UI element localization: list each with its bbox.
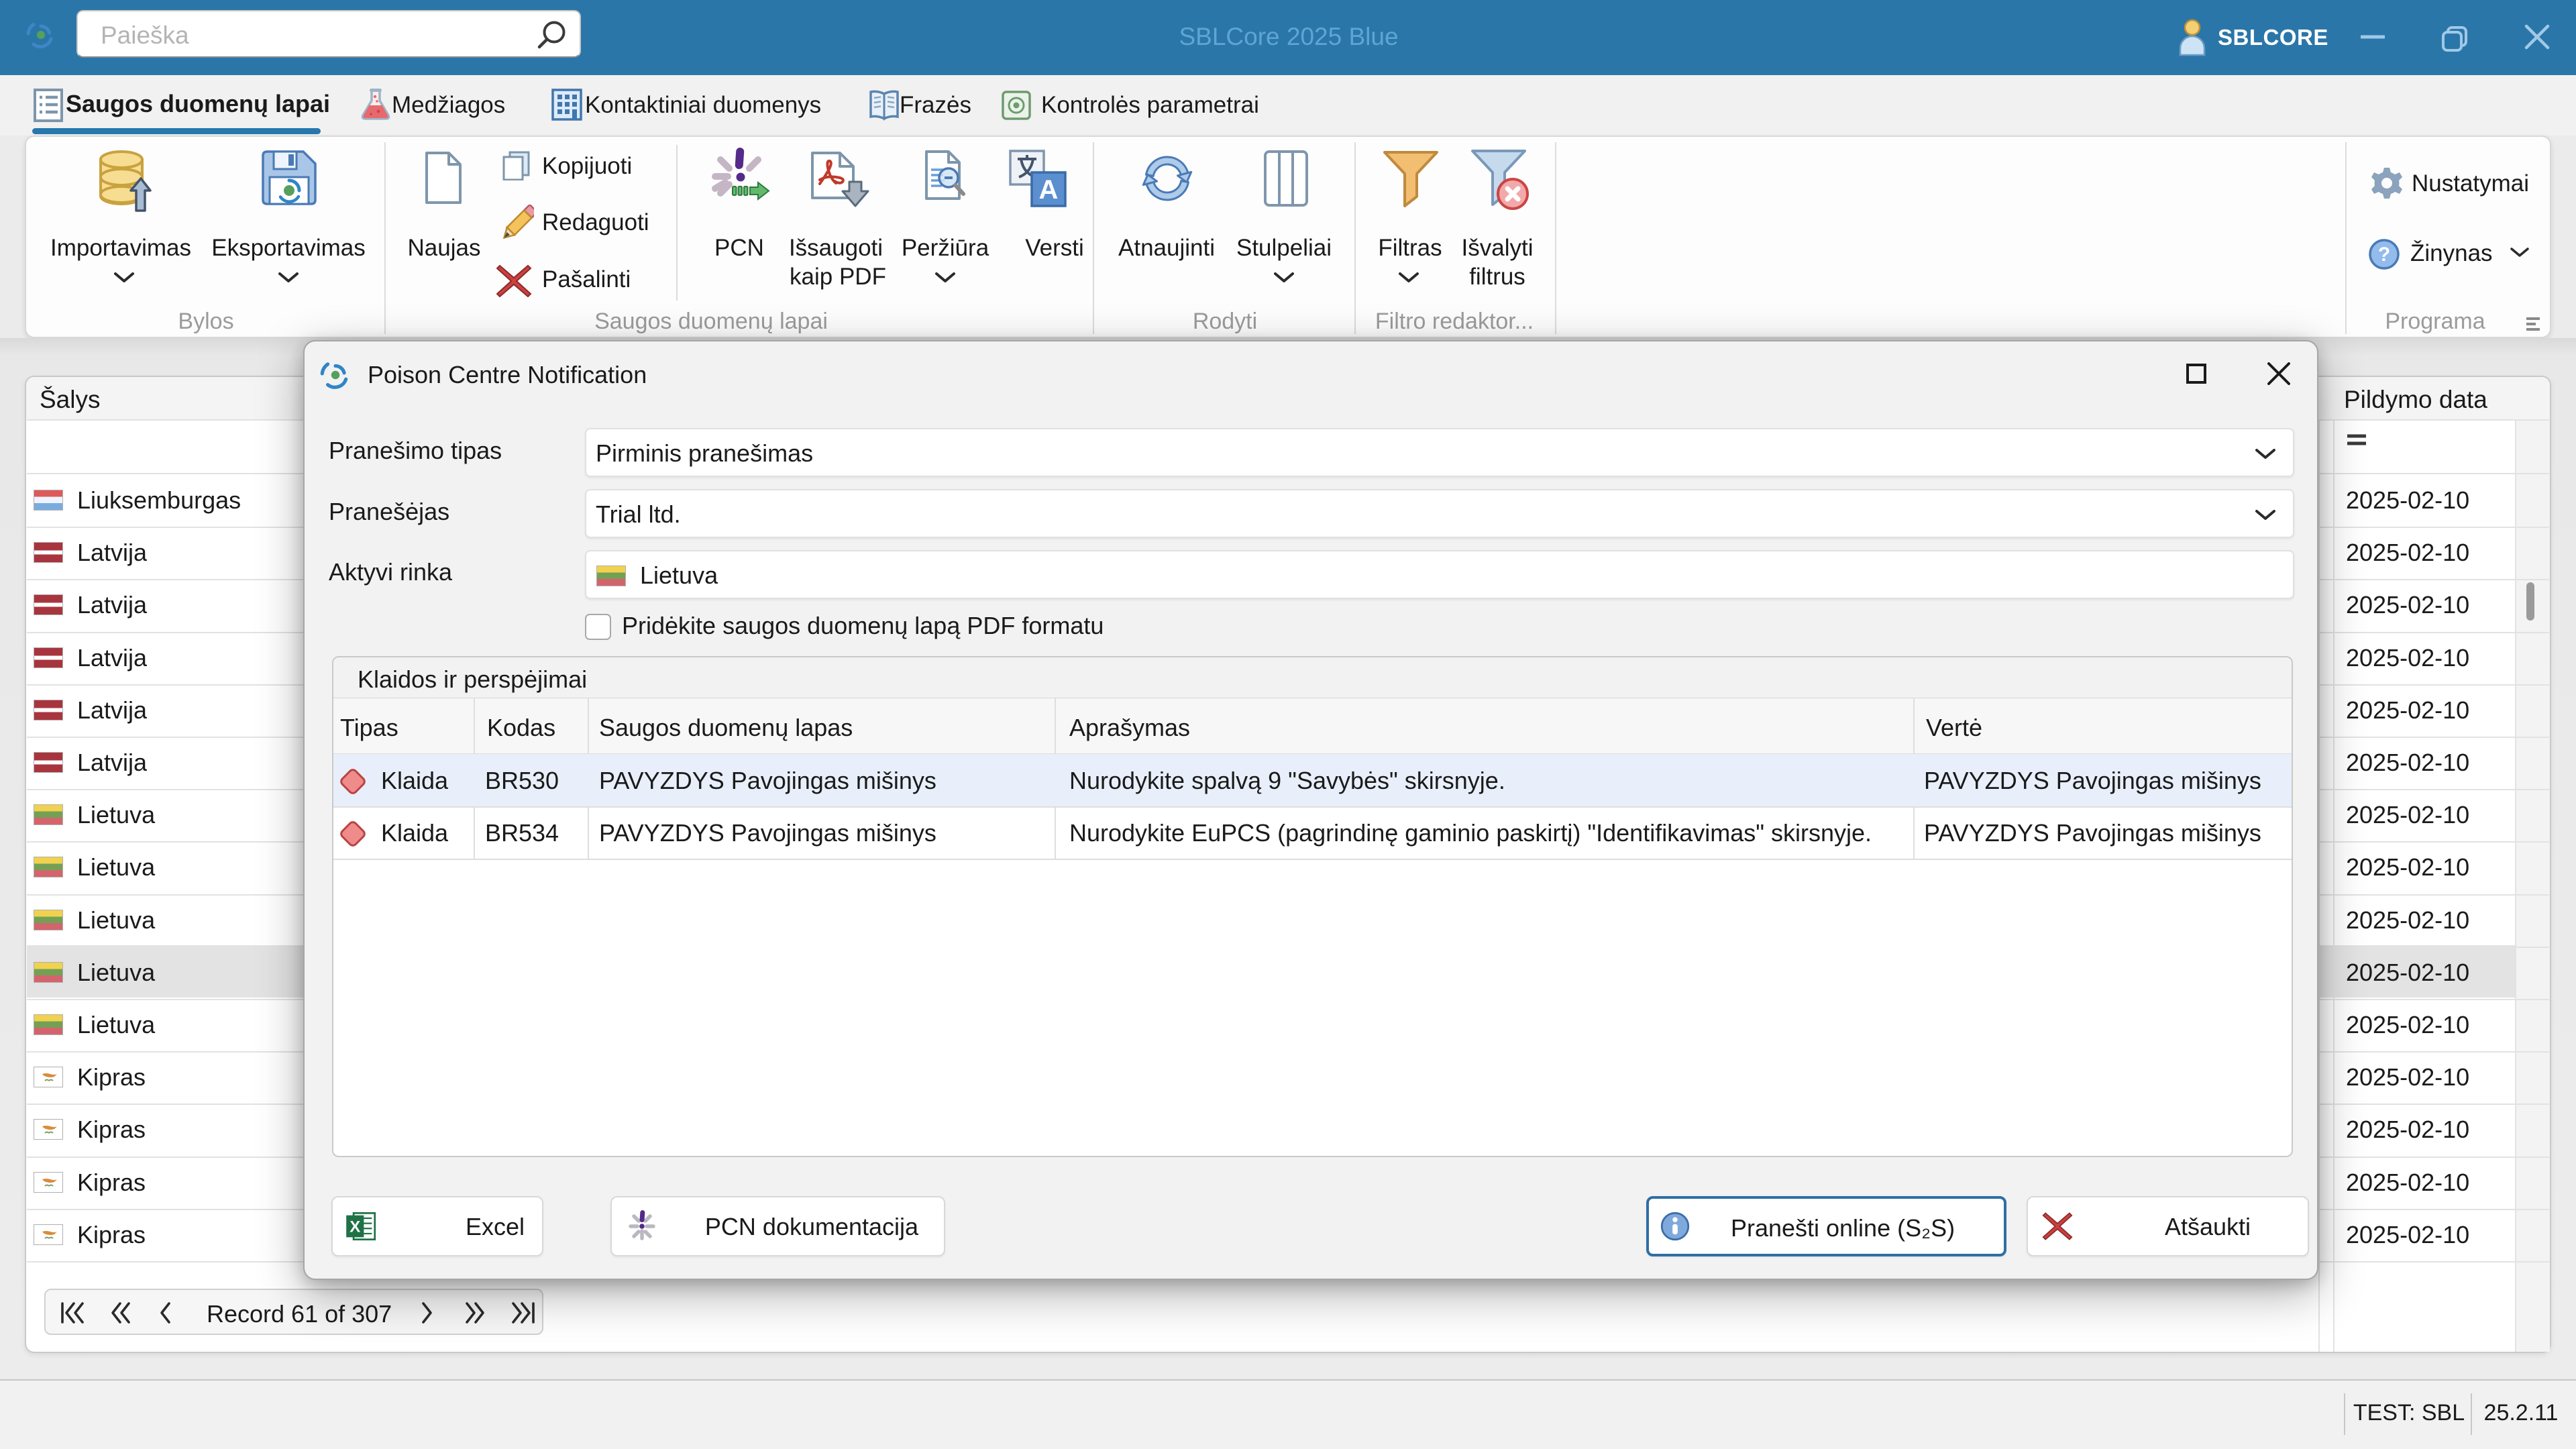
svg-text:?: ? [2378,244,2390,266]
svg-text:A: A [1039,175,1059,205]
svg-text:X: X [350,1218,360,1236]
